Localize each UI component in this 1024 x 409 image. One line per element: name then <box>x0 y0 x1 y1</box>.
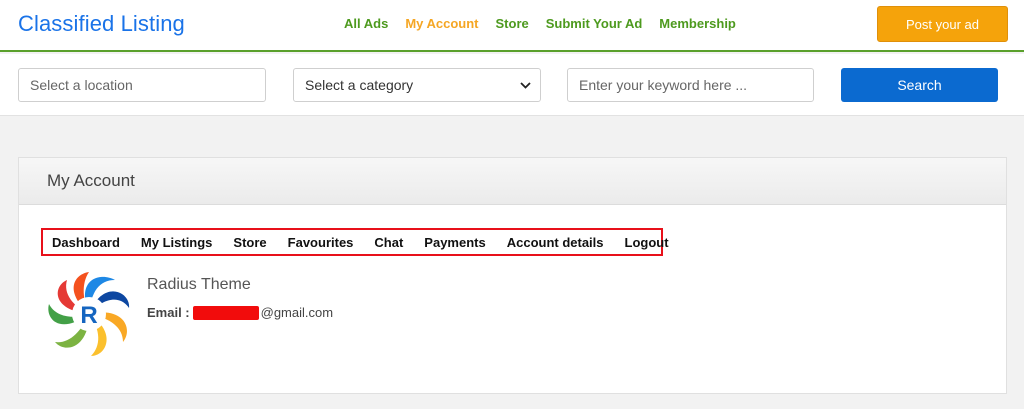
avatar-letter: R <box>80 302 97 329</box>
location-field[interactable] <box>18 68 266 102</box>
email-label: Email : <box>147 305 190 320</box>
tab-favourites[interactable]: Favourites <box>288 235 354 250</box>
tab-payments[interactable]: Payments <box>424 235 485 250</box>
site-logo[interactable]: Classified Listing <box>18 11 185 37</box>
tab-my-listings[interactable]: My Listings <box>141 235 213 250</box>
user-name: Radius Theme <box>147 276 251 293</box>
chevron-down-icon <box>518 78 532 92</box>
account-card: My Account Dashboard My Listings Store F… <box>18 157 1007 394</box>
tab-chat[interactable]: Chat <box>374 235 403 250</box>
nav-all-ads[interactable]: All Ads <box>344 16 388 31</box>
account-tabs: Dashboard My Listings Store Favourites C… <box>41 228 669 256</box>
main-nav: All Ads My Account Store Submit Your Ad … <box>344 16 736 31</box>
post-ad-button[interactable]: Post your ad <box>877 6 1008 42</box>
search-button[interactable]: Search <box>841 68 998 102</box>
tab-account-details[interactable]: Account details <box>507 235 604 250</box>
email-row: Email : @gmail.com <box>147 305 333 320</box>
tab-logout[interactable]: Logout <box>625 235 669 250</box>
category-select-value: Select a category <box>305 77 414 93</box>
category-select[interactable]: Select a category <box>293 68 541 102</box>
location-input[interactable] <box>30 77 265 93</box>
search-bar: Select a category Search <box>0 54 1024 116</box>
top-header: Classified Listing All Ads My Account St… <box>0 0 1024 52</box>
email-domain: @gmail.com <box>260 305 334 320</box>
nav-membership[interactable]: Membership <box>659 16 736 31</box>
account-card-title: My Account <box>19 158 1006 205</box>
nav-store[interactable]: Store <box>496 16 529 31</box>
tab-store[interactable]: Store <box>233 235 266 250</box>
nav-submit-ad[interactable]: Submit Your Ad <box>546 16 643 31</box>
keyword-field[interactable] <box>567 68 814 102</box>
tab-dashboard[interactable]: Dashboard <box>52 235 120 250</box>
avatar: R <box>45 270 133 358</box>
keyword-input[interactable] <box>579 77 813 93</box>
nav-my-account[interactable]: My Account <box>405 16 478 31</box>
redacted-email-user <box>192 305 259 320</box>
